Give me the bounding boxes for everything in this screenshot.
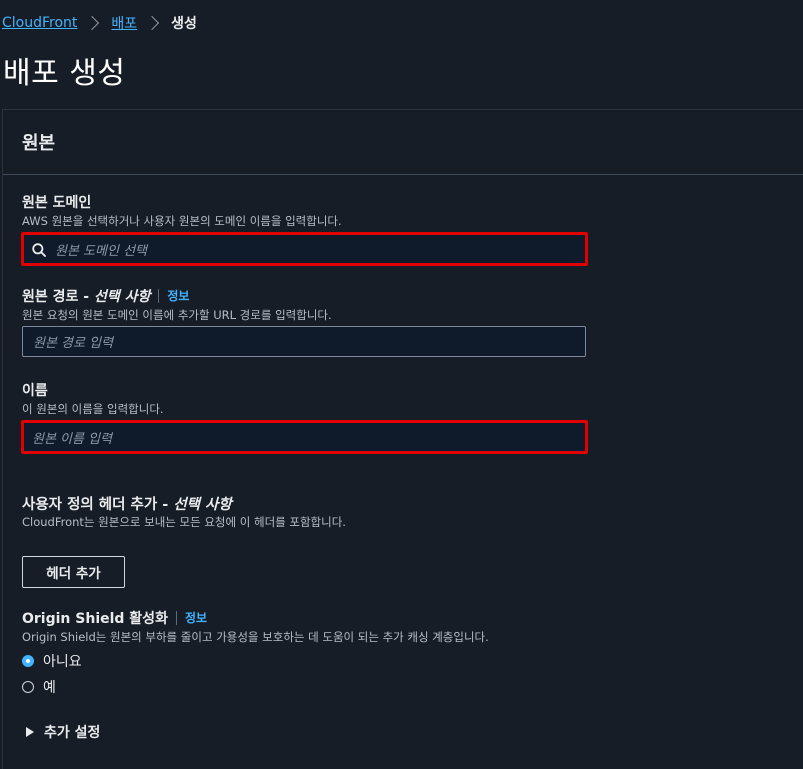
caret-right-icon xyxy=(26,727,34,737)
radio-option-no[interactable]: 아니요 xyxy=(22,651,82,671)
radio-checked-icon[interactable] xyxy=(22,655,34,667)
name-label: 이름 xyxy=(22,383,48,399)
breadcrumb-current: 생성 xyxy=(171,16,197,32)
section-title: 원본 xyxy=(22,133,56,154)
origin-domain-input[interactable]: 원본 도메인 선택 xyxy=(21,232,588,266)
origin-shield-label: Origin Shield 활성화 정보 xyxy=(22,608,489,628)
name-field: 이름 이 원본의 이름을 입력합니다. 원본 이름 입력 xyxy=(21,380,588,454)
optional-text: 선택 사항 xyxy=(173,496,232,513)
additional-settings-label: 추가 설정 xyxy=(44,725,101,741)
origin-path-input[interactable]: 원본 경로 입력 xyxy=(22,326,586,357)
breadcrumb-cloudfront[interactable]: CloudFront xyxy=(2,15,77,31)
optional-text: 선택 사항 xyxy=(93,289,151,305)
page-title: 배포 생성 xyxy=(3,56,126,91)
radio-option-yes[interactable]: 예 xyxy=(22,677,56,697)
name-input[interactable]: 원본 이름 입력 xyxy=(21,420,588,454)
origin-path-label: 원본 경로 - 선택 사항 정보 xyxy=(22,286,586,306)
chevron-right-icon xyxy=(85,15,100,31)
origin-domain-placeholder: 원본 도메인 선택 xyxy=(55,243,147,259)
breadcrumb-distributions[interactable]: 배포 xyxy=(111,13,137,33)
origin-path-field: 원본 경로 - 선택 사항 정보 원본 요청의 원본 도메인 이름에 추가할 U… xyxy=(22,286,586,357)
origin-shield-label-text: Origin Shield 활성화 xyxy=(22,611,168,627)
container-header: 원본 xyxy=(3,110,803,175)
add-header-button[interactable]: 헤더 추가 xyxy=(22,556,125,588)
name-description: 이 원본의 이름을 입력합니다. xyxy=(22,402,164,416)
breadcrumb: CloudFront 배포 생성 xyxy=(2,13,197,33)
origin-path-label-text: 원본 경로 - xyxy=(22,289,94,305)
search-icon xyxy=(32,242,46,257)
custom-headers-label: 사용자 정의 헤더 추가 - 선택 사항 xyxy=(22,493,346,513)
custom-headers-label-text: 사용자 정의 헤더 추가 - xyxy=(22,496,174,513)
origin-path-description: 원본 요청의 원본 도메인 이름에 추가할 URL 경로를 입력합니다. xyxy=(22,308,332,322)
origin-shield-field: Origin Shield 활성화 정보 Origin Shield는 원본의 … xyxy=(22,608,489,645)
origin-domain-field: 원본 도메인 AWS 원본을 선택하거나 사용자 원본의 도메인 이름을 입력합… xyxy=(21,192,588,266)
chevron-right-icon xyxy=(145,15,160,31)
custom-headers-field: 사용자 정의 헤더 추가 - 선택 사항 CloudFront는 원본으로 보내… xyxy=(22,493,346,530)
origin-domain-description: AWS 원본을 선택하거나 사용자 원본의 도메인 이름을 입력합니다. xyxy=(22,214,342,228)
radio-option-yes-label: 예 xyxy=(43,680,56,696)
name-placeholder: 원본 이름 입력 xyxy=(32,431,113,447)
radio-unchecked-icon[interactable] xyxy=(22,681,34,693)
additional-settings-expander[interactable]: 추가 설정 xyxy=(26,722,100,742)
origin-container: 원본 원본 도메인 AWS 원본을 선택하거나 사용자 원본의 도메인 이름을 … xyxy=(2,109,803,769)
origin-domain-label: 원본 도메인 xyxy=(22,195,92,211)
origin-shield-info-link[interactable]: 정보 xyxy=(175,611,207,625)
origin-shield-description: Origin Shield는 원본의 부하를 줄이고 가용성을 보호하는 데 도… xyxy=(22,630,489,644)
origin-path-placeholder: 원본 경로 입력 xyxy=(33,336,114,351)
radio-option-no-label: 아니요 xyxy=(43,654,82,670)
custom-headers-description: CloudFront는 원본으로 보내는 모든 요청에 이 헤더를 포함합니다. xyxy=(22,515,346,529)
page: CloudFront 배포 생성 배포 생성 원본 원본 도메인 AWS 원본을… xyxy=(0,0,803,769)
origin-path-info-link[interactable]: 정보 xyxy=(158,289,189,303)
